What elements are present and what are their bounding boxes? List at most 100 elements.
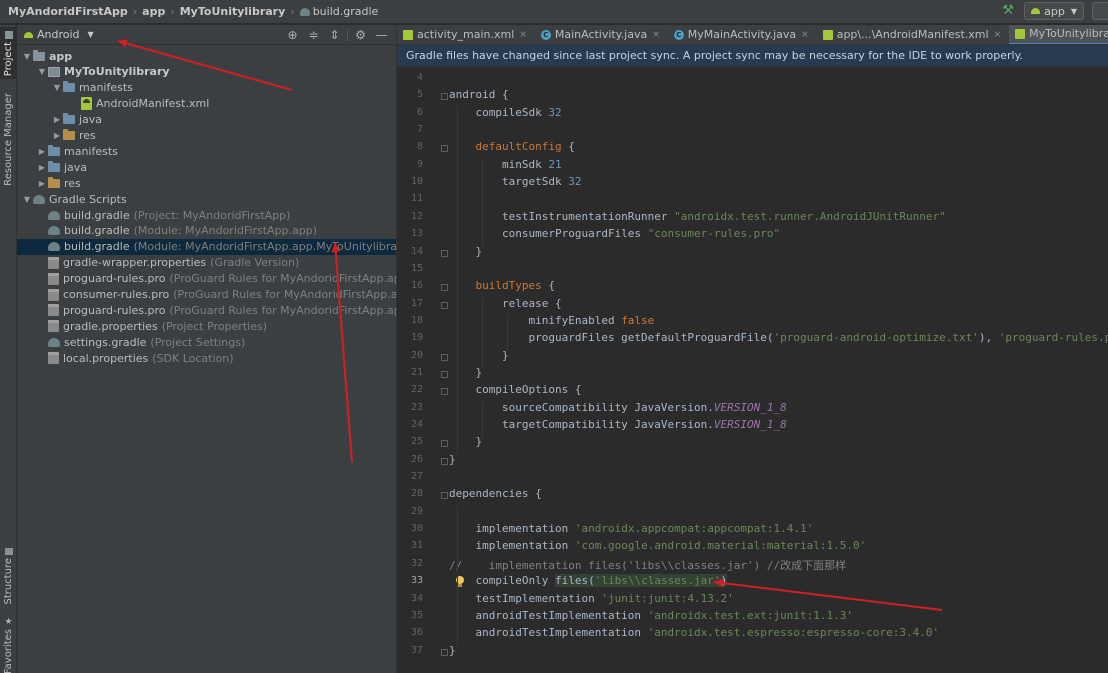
editor-tab[interactable]: activity_main.xml ×	[397, 25, 535, 44]
tree-item[interactable]: · proguard-rules.pro(ProGuard Rules for M…	[17, 302, 396, 318]
close-icon[interactable]: ×	[519, 30, 527, 40]
code-line[interactable]: dependencies {	[449, 487, 542, 500]
tree-item[interactable]: AndroidManifest.xml	[17, 96, 396, 112]
code-line[interactable]: sourceCompatibility JavaVersion.VERSION_…	[449, 401, 787, 414]
code-line[interactable]: androidTestImplementation 'androidx.test…	[449, 626, 939, 639]
chevron-down-icon[interactable]: ▼	[21, 195, 33, 204]
fold-marker[interactable]	[441, 284, 448, 292]
code-line[interactable]: minSdk 21	[449, 158, 562, 171]
tree-item[interactable]: ▶ manifests	[17, 143, 396, 159]
chevron-down-icon[interactable]: ▼	[36, 67, 48, 76]
tree-item[interactable]: ▶ java	[17, 159, 396, 175]
code-token: {	[561, 140, 575, 154]
code-line[interactable]: androidTestImplementation 'androidx.test…	[449, 609, 853, 622]
hammer-icon[interactable]: ⚒	[1000, 3, 1016, 19]
code-line[interactable]: testImplementation 'junit:junit:4.13.2'	[449, 592, 733, 605]
fold-marker[interactable]	[441, 457, 448, 465]
gear-icon[interactable]: ⚙	[350, 27, 371, 43]
fold-marker[interactable]	[441, 249, 448, 257]
tree-item[interactable]: · gradle-wrapper.properties(Gradle Versio…	[17, 255, 396, 271]
code-line[interactable]: }	[449, 366, 482, 379]
tree-item[interactable]: ▶ res	[17, 175, 396, 191]
line-number: 25	[410, 436, 423, 448]
fold-marker[interactable]	[441, 370, 448, 378]
code-line[interactable]: defaultConfig {	[449, 140, 575, 154]
code-line[interactable]: proguardFiles getDefaultProguardFile('pr…	[449, 331, 1108, 344]
tree-item[interactable]: · settings.gradle(Project Settings)	[17, 334, 396, 350]
tree-item[interactable]: · consumer-rules.pro(ProGuard Rules for M…	[17, 287, 396, 303]
tool-tab-favorites[interactable]: ★ Favorites	[0, 615, 17, 673]
tree-item[interactable]: · build.gradle(Project: MyAndoridFirstApp…	[17, 207, 396, 223]
tree-item[interactable]: ▼ Gradle Scripts	[17, 191, 396, 207]
chevron-right-icon[interactable]: ▶	[36, 179, 48, 188]
code-line[interactable]: release {	[449, 297, 562, 310]
breadcrumb-file[interactable]: build.gradle	[299, 5, 378, 18]
code-line[interactable]: targetSdk 32	[449, 175, 582, 188]
breadcrumb-project[interactable]: MyAndoridFirstApp	[0, 5, 128, 18]
fold-marker[interactable]	[441, 492, 448, 500]
tool-tab-resource-manager[interactable]: Resource Manager	[0, 87, 17, 186]
tree-item[interactable]: · build.gradle(Module: MyAndoridFirstApp.…	[17, 238, 396, 255]
breadcrumb-module[interactable]: app	[142, 5, 165, 18]
chevron-right-icon: ·	[36, 226, 48, 235]
fold-marker[interactable]	[441, 440, 448, 448]
chevron-right-icon[interactable]: ▶	[36, 147, 48, 156]
tree-item[interactable]: · proguard-rules.pro(ProGuard Rules for M…	[17, 271, 396, 287]
editor-tab[interactable]: app\...\AndroidManifest.xml ×	[817, 25, 1009, 44]
close-icon[interactable]: ×	[994, 30, 1002, 40]
device-select[interactable]	[1092, 2, 1108, 20]
target-icon[interactable]: ⊕	[282, 27, 303, 43]
tree-item[interactable]: ▼ MyToUnitylibrary	[17, 64, 396, 80]
chevron-right-icon[interactable]: ▶	[51, 115, 63, 124]
close-icon[interactable]: ×	[801, 30, 809, 40]
code-line[interactable]: compileSdk 32	[449, 106, 561, 119]
tree-item[interactable]: ▶ res	[17, 128, 396, 144]
tree-item[interactable]: ▼ manifests	[17, 80, 396, 96]
code-line[interactable]: }	[449, 435, 482, 448]
tree-item[interactable]: ▼ app	[17, 48, 396, 64]
editor-tab[interactable]: C MyMainActivity.java ×	[668, 25, 817, 44]
code-line[interactable]: implementation 'com.google.android.mater…	[449, 539, 866, 552]
run-configuration-select[interactable]: app ▼	[1024, 2, 1084, 20]
code-line[interactable]: targetCompatibility JavaVersion.VERSION_…	[449, 418, 787, 431]
fold-marker[interactable]	[441, 145, 448, 153]
chevron-down-icon[interactable]: ▼	[21, 52, 33, 61]
chevron-right-icon[interactable]: ▶	[51, 131, 63, 140]
chevron-down-icon[interactable]: ▼	[51, 83, 63, 92]
code-line[interactable]: android {	[449, 88, 509, 101]
tool-tab-structure[interactable]: Structure	[0, 545, 17, 605]
code-line[interactable]: }	[449, 644, 456, 657]
project-view-select[interactable]: Android ▼	[17, 28, 94, 41]
editor-tab[interactable]: C MainActivity.java ×	[535, 25, 668, 44]
fold-marker[interactable]	[441, 93, 448, 101]
code-line[interactable]: testInstrumentationRunner "androidx.test…	[449, 210, 946, 223]
tree-item[interactable]: · local.properties(SDK Location)	[17, 350, 396, 366]
code-line[interactable]: compileOptions {	[449, 383, 581, 396]
gradle-sync-notice[interactable]: Gradle files have changed since last pro…	[397, 45, 1108, 67]
code-line[interactable]: buildTypes {	[449, 279, 554, 292]
code-line[interactable]: consumerProguardFiles "consumer-rules.pr…	[449, 227, 780, 240]
tool-tab-project[interactable]: Project	[0, 27, 17, 79]
tree-item[interactable]: · build.gradle(Module: MyAndoridFirstApp.…	[17, 223, 396, 239]
close-icon[interactable]: ×	[652, 30, 660, 40]
fold-marker[interactable]	[441, 388, 448, 396]
fold-marker[interactable]	[441, 301, 448, 309]
collapse-all-icon[interactable]: ≑	[303, 27, 324, 43]
editor-tab[interactable]: MyToUnitylibrary\...\AndroidManifest.xml	[1009, 25, 1108, 44]
code-line[interactable]: }	[449, 453, 456, 466]
expand-all-icon[interactable]: ⇕	[324, 27, 345, 43]
tree-item[interactable]: ▶ java	[17, 112, 396, 128]
fold-marker[interactable]	[441, 353, 448, 361]
tree-item[interactable]: · gradle.properties(Project Properties)	[17, 318, 396, 334]
code-line[interactable]: // implementation files('libs\\classes.j…	[449, 557, 846, 573]
line-number: 17	[410, 297, 423, 309]
fold-marker[interactable]	[441, 648, 448, 656]
code-line[interactable]: compileOnly files('libs\\classes.jar')	[449, 574, 728, 588]
minimize-icon[interactable]: —	[371, 27, 392, 43]
code-line[interactable]: minifyEnabled false	[449, 314, 654, 327]
chevron-right-icon[interactable]: ▶	[36, 163, 48, 172]
code-line[interactable]: }	[449, 245, 482, 258]
code-token: "androidx.test.runner.AndroidJUnitRunner…	[674, 209, 946, 223]
breadcrumb-submodule[interactable]: MyToUnitylibrary	[180, 5, 286, 18]
code-line[interactable]: implementation 'androidx.appcompat:appco…	[449, 522, 813, 535]
